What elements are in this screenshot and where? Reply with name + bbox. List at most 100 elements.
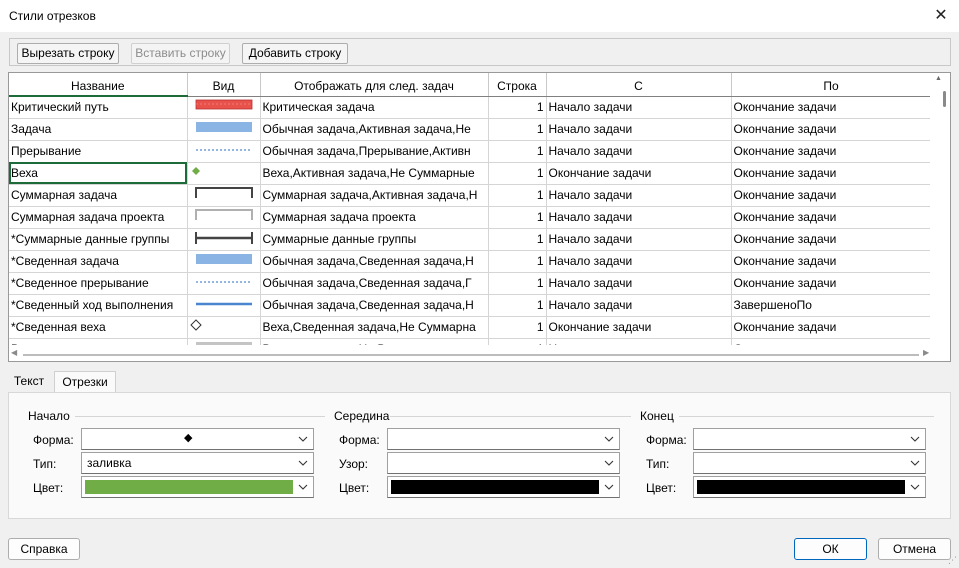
cell-from[interactable]: Окончание задачи: [546, 162, 732, 185]
cell-appearance[interactable]: [187, 96, 261, 119]
cell-from[interactable]: Окончание задачи: [546, 316, 732, 339]
column-header-show-for[interactable]: Отображать для след. задач: [260, 73, 489, 97]
cell-show-for[interactable]: Обычная задача,Прерывание,Активн: [260, 140, 489, 163]
cell-name[interactable]: *Сведенная задача: [9, 250, 188, 273]
help-button[interactable]: Справка: [8, 538, 80, 560]
column-header-from[interactable]: С: [546, 73, 732, 97]
cell-show-for[interactable]: Обычная задача,Сведенная задача,Н: [260, 294, 489, 317]
cell-to[interactable]: Окончание задачи: [731, 162, 932, 185]
middle-pattern-select[interactable]: [387, 452, 620, 474]
cell-row[interactable]: 1: [488, 316, 547, 339]
cell-appearance[interactable]: [187, 118, 261, 141]
cell-row[interactable]: 1: [488, 96, 547, 119]
cell-from[interactable]: Начало задачи: [546, 96, 732, 119]
cell-show-for[interactable]: Суммарные данные группы: [260, 228, 489, 251]
cell-to[interactable]: Окончание задачи: [731, 184, 932, 207]
cell-from[interactable]: Начало задачи: [546, 228, 732, 251]
table-row[interactable]: *Сведенный ход выполнения Обычная задача,…: [9, 294, 932, 317]
column-header-name[interactable]: Название: [9, 73, 188, 97]
cell-name[interactable]: Прерывание: [9, 140, 188, 163]
cell-name[interactable]: *Сведенный ход выполнения: [9, 294, 188, 317]
cell-to[interactable]: Окончание задачи: [731, 206, 932, 229]
column-header-row[interactable]: Строка: [488, 73, 547, 97]
cell-appearance[interactable]: [187, 140, 261, 163]
cell-row[interactable]: 1: [488, 272, 547, 295]
table-row[interactable]: Критический путь Критическая задача 1 Начал…: [9, 96, 932, 119]
start-color-select[interactable]: [81, 476, 314, 498]
cell-from[interactable]: Начало задачи: [546, 184, 732, 207]
cell-name[interactable]: Задача: [9, 118, 188, 141]
cell-from[interactable]: Начало задачи: [546, 118, 732, 141]
cell-from[interactable]: Начало задачи: [546, 206, 732, 229]
end-color-select[interactable]: [693, 476, 926, 498]
cell-name[interactable]: *Сведенная веха: [9, 316, 188, 339]
cell-name[interactable]: *Сведенное прерывание: [9, 272, 188, 295]
cell-row[interactable]: 1: [488, 250, 547, 273]
cancel-button[interactable]: Отмена: [878, 538, 951, 560]
cell-show-for[interactable]: Веха,Активная задача,Не Суммарные: [260, 162, 489, 185]
cell-to[interactable]: Окончание задачи: [731, 118, 932, 141]
tab-text[interactable]: Текст: [8, 371, 50, 393]
cell-name[interactable]: Веха: [9, 162, 188, 185]
start-shape-select[interactable]: ◆: [81, 428, 314, 450]
resize-grip-icon[interactable]: ⋰: [948, 555, 957, 566]
horizontal-scroll-thumb[interactable]: [23, 354, 919, 356]
scroll-left-icon[interactable]: ◀: [11, 348, 17, 357]
scroll-up-icon[interactable]: ▲: [935, 75, 942, 82]
scroll-right-icon[interactable]: ▶: [923, 348, 929, 357]
add-row-button[interactable]: Добавить строку: [242, 43, 348, 64]
cell-to[interactable]: Окончание задачи: [731, 140, 932, 163]
cut-row-button[interactable]: Вырезать строку: [17, 43, 119, 64]
middle-color-select[interactable]: [387, 476, 620, 498]
cell-appearance[interactable]: [187, 184, 261, 207]
vertical-scrollbar[interactable]: ▲: [930, 73, 950, 347]
table-row[interactable]: Веха Веха,Активная задача,Не Суммарные 1 Ок…: [9, 162, 932, 185]
table-row[interactable]: *Сведенное прерывание Обычная задача,Свед…: [9, 272, 932, 295]
cell-name[interactable]: Суммарная задача: [9, 184, 188, 207]
tab-bars[interactable]: Отрезки: [54, 371, 116, 394]
cell-row[interactable]: 1: [488, 118, 547, 141]
column-header-appearance[interactable]: Вид: [187, 73, 261, 97]
middle-shape-select[interactable]: [387, 428, 620, 450]
end-type-select[interactable]: [693, 452, 926, 474]
vertical-scroll-thumb[interactable]: [943, 91, 946, 107]
cell-appearance[interactable]: [187, 294, 261, 317]
cell-name[interactable]: Критический путь: [9, 96, 188, 119]
cell-name[interactable]: *Суммарные данные группы: [9, 228, 188, 251]
cell-row[interactable]: 1: [488, 184, 547, 207]
table-row[interactable]: *Сведенная задача Обычная задача,Сведенна…: [9, 250, 932, 273]
cell-show-for[interactable]: Обычная задача,Сведенная задача,Г: [260, 272, 489, 295]
cell-name[interactable]: Суммарная задача проекта: [9, 206, 188, 229]
cell-appearance[interactable]: [187, 272, 261, 295]
cell-from[interactable]: Начало задачи: [546, 140, 732, 163]
table-row[interactable]: Прерывание Обычная задача,Прерывание,Акти…: [9, 140, 932, 163]
table-row[interactable]: *Суммарные данные группы Суммарные данные…: [9, 228, 932, 251]
cell-show-for[interactable]: Суммарная задача,Активная задача,Н: [260, 184, 489, 207]
horizontal-scrollbar[interactable]: ◀ ▶: [9, 345, 950, 361]
cell-row[interactable]: 1: [488, 294, 547, 317]
cell-row[interactable]: 1: [488, 140, 547, 163]
cell-from[interactable]: Начало задачи: [546, 272, 732, 295]
cell-show-for[interactable]: Суммарная задача проекта: [260, 206, 489, 229]
cell-appearance[interactable]: [187, 162, 261, 185]
cell-row[interactable]: 1: [488, 228, 547, 251]
cell-row[interactable]: 1: [488, 206, 547, 229]
table-row[interactable]: Суммарная задача Суммарная задача,Активна…: [9, 184, 932, 207]
cell-appearance[interactable]: [187, 316, 261, 339]
cell-appearance[interactable]: [187, 206, 261, 229]
end-shape-select[interactable]: [693, 428, 926, 450]
table-row[interactable]: Задача Обычная задача,Активная задача,Не 1…: [9, 118, 932, 141]
cell-appearance[interactable]: [187, 250, 261, 273]
cell-appearance[interactable]: [187, 228, 261, 251]
close-icon[interactable]: ✕: [929, 4, 953, 28]
insert-row-button[interactable]: Вставить строку: [131, 43, 230, 64]
table-row[interactable]: *Сведенная веха Веха,Сведенная задача,Не …: [9, 316, 932, 339]
cell-show-for[interactable]: Обычная задача,Сведенная задача,Н: [260, 250, 489, 273]
cell-to[interactable]: ЗавершеноПо: [731, 294, 932, 317]
table-row[interactable]: Суммарная задача проекта Суммарная задача…: [9, 206, 932, 229]
cell-from[interactable]: Начало задачи: [546, 294, 732, 317]
start-type-select[interactable]: заливка: [81, 452, 314, 474]
cell-from[interactable]: Начало задачи: [546, 250, 732, 273]
cell-show-for[interactable]: Критическая задача: [260, 96, 489, 119]
cell-show-for[interactable]: Веха,Сведенная задача,Не Суммарна: [260, 316, 489, 339]
